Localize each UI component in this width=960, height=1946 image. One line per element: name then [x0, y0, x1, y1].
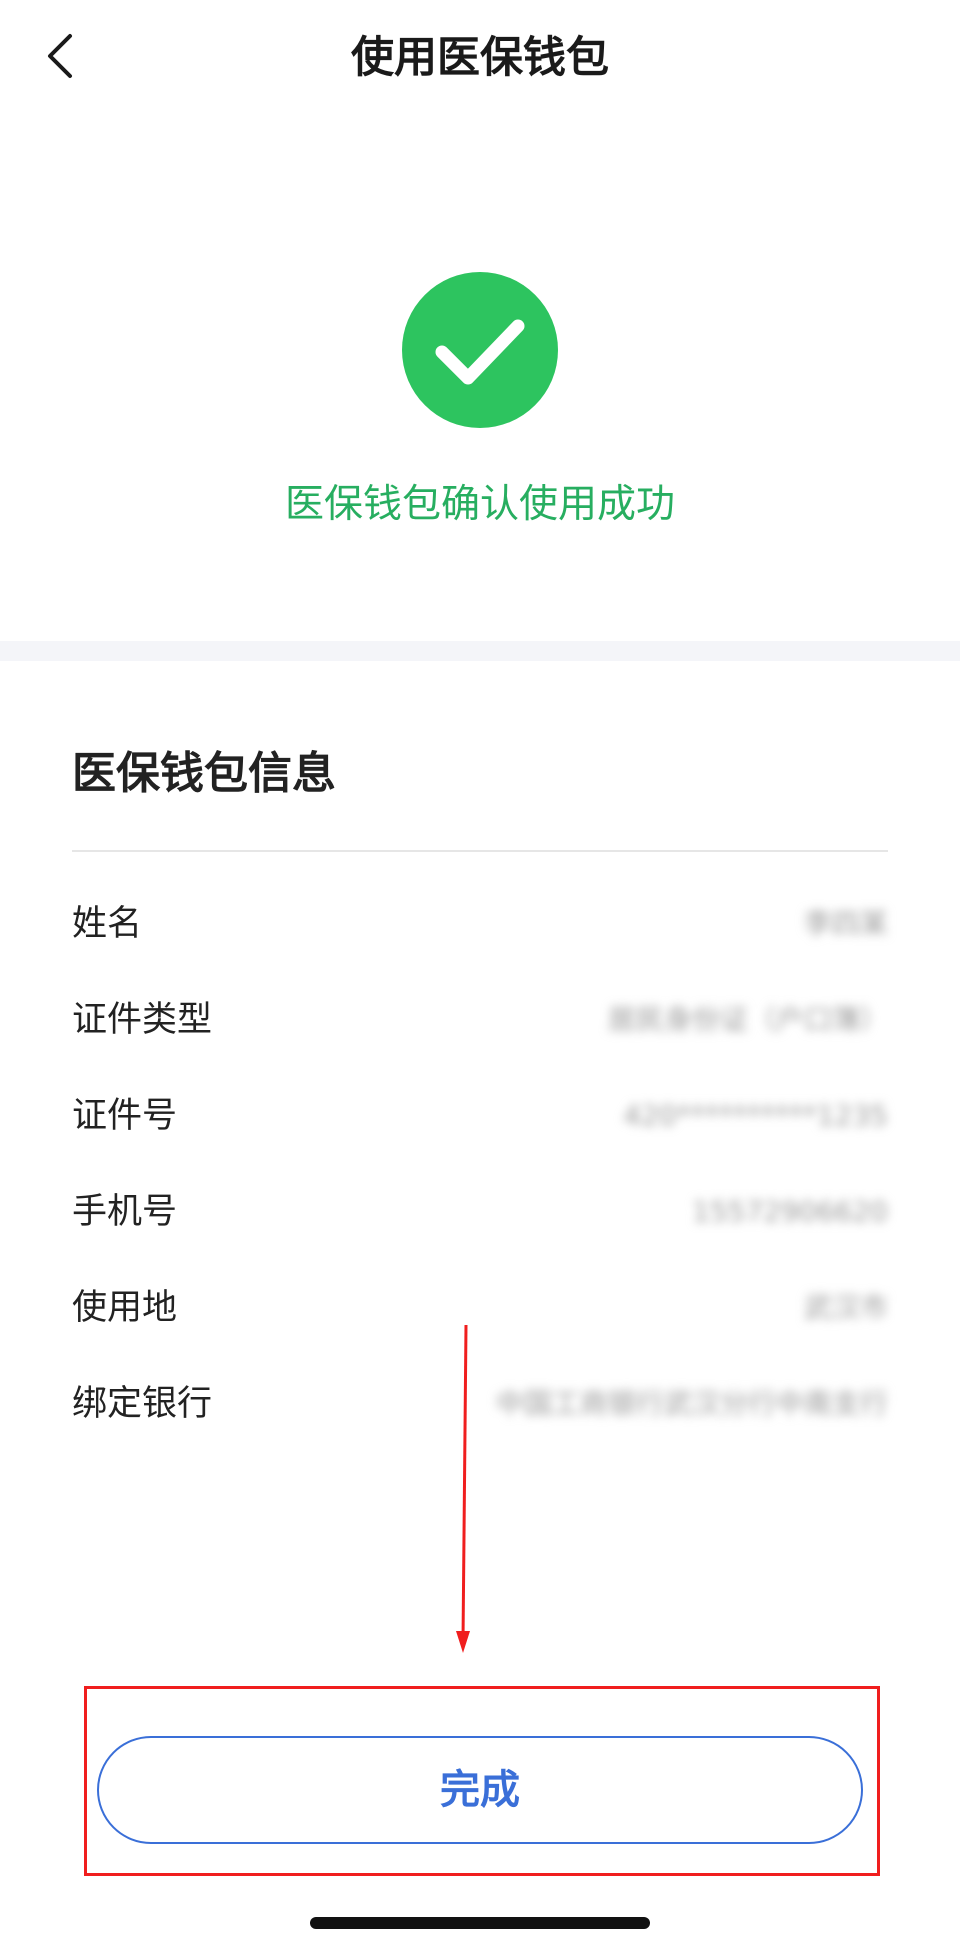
info-row-location: 使用地 武汉市 — [72, 1276, 888, 1340]
info-label: 证件类型 — [72, 1000, 213, 1040]
home-indicator — [310, 1917, 650, 1929]
info-row-id-type: 证件类型 居民身份证（户口簿） — [72, 988, 888, 1052]
info-label: 绑定银行 — [72, 1384, 213, 1424]
info-label: 使用地 — [72, 1288, 178, 1328]
page-title: 使用医保钱包 — [351, 33, 609, 83]
info-row-phone: 手机号 15572906620 — [72, 1180, 888, 1244]
info-label: 证件号 — [72, 1096, 178, 1136]
info-value: 居民身份证（户口簿） — [607, 1003, 888, 1036]
info-value: 中国工商银行武汉分行中南支行 — [495, 1387, 888, 1420]
info-value: 李四某 — [803, 907, 888, 940]
done-button[interactable]: 完成 — [97, 1736, 863, 1844]
info-row-id-number: 证件号 420**********1235 — [72, 1084, 888, 1148]
check-circle-icon — [402, 272, 558, 428]
info-row-name: 姓名 李四某 — [72, 892, 888, 956]
section-rule — [72, 850, 888, 852]
nav-bar: 使用医保钱包 — [0, 0, 960, 115]
info-label: 姓名 — [72, 904, 143, 944]
success-message: 医保钱包确认使用成功 — [284, 482, 675, 527]
info-value: 420**********1235 — [623, 1099, 888, 1132]
info-section-title: 医保钱包信息 — [72, 748, 336, 799]
info-label: 手机号 — [72, 1192, 178, 1232]
info-row-bank: 绑定银行 中国工商银行武汉分行中南支行 — [72, 1372, 888, 1436]
info-value: 15572906620 — [692, 1195, 888, 1228]
section-divider — [0, 641, 960, 661]
info-value: 武汉市 — [803, 1291, 888, 1324]
annotation-arrow — [456, 1325, 470, 1653]
